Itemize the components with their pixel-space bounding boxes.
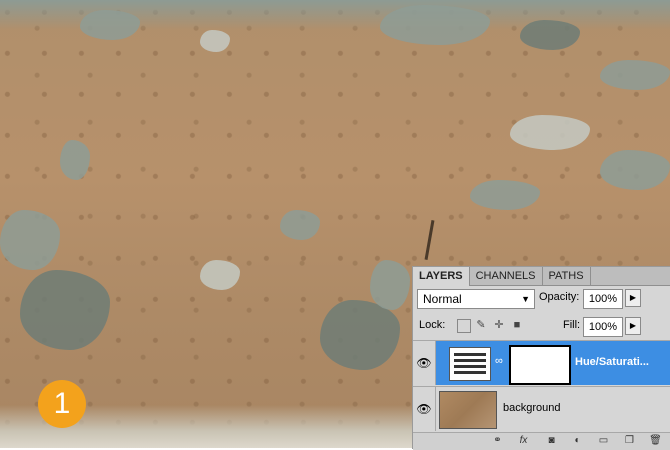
- trash-icon[interactable]: 🗑: [649, 435, 662, 447]
- paint-chip: [20, 270, 110, 350]
- new-layer-icon[interactable]: ❐: [623, 435, 636, 447]
- link-layers-icon[interactable]: ⚭: [491, 435, 504, 447]
- paint-chip: [470, 180, 540, 210]
- lock-transparent-icon[interactable]: [457, 319, 471, 333]
- wall-crack: [424, 220, 435, 260]
- add-mask-icon[interactable]: ◙: [545, 435, 558, 447]
- tab-layers[interactable]: LAYERS: [413, 267, 470, 286]
- paint-chip: [200, 30, 230, 52]
- fill-slider-button[interactable]: ▶: [625, 317, 641, 335]
- opacity-slider-button[interactable]: ▶: [625, 289, 641, 307]
- layer-thumbnail: [439, 391, 497, 429]
- tab-channels[interactable]: CHANNELS: [470, 267, 543, 285]
- paint-chip: [380, 5, 490, 45]
- layer-row-hue-saturation[interactable]: 👁 ∞ Hue/Saturati...: [413, 340, 670, 385]
- paint-chip: [520, 20, 580, 50]
- panel-footer: ⚭ fx ◙ ◐ ▭ ❐ 🗑: [413, 432, 670, 450]
- paint-chip: [0, 210, 60, 270]
- hue-saturation-adjustment-icon: [449, 347, 491, 381]
- paint-chip: [280, 210, 320, 240]
- layers-panel: LAYERS CHANNELS PATHS Normal ▼ Opacity: …: [412, 266, 670, 450]
- fx-icon[interactable]: fx: [517, 435, 530, 447]
- opacity-input[interactable]: 100%: [583, 289, 623, 309]
- paint-chip: [600, 150, 670, 190]
- paint-chip: [60, 140, 90, 180]
- paint-chip: [80, 10, 140, 40]
- opacity-label: Opacity:: [539, 291, 580, 303]
- fill-label: Fill:: [563, 319, 581, 331]
- lock-fill-row: Lock: ✎ ✛ ■ Fill: 100% ▶: [417, 316, 667, 337]
- layer-mask-thumbnail[interactable]: [509, 345, 571, 385]
- step-number-badge: 1: [38, 380, 86, 428]
- tab-paths[interactable]: PATHS: [543, 267, 591, 285]
- paint-chip: [320, 300, 400, 370]
- visibility-eye-icon[interactable]: 👁: [413, 387, 436, 431]
- visibility-eye-icon[interactable]: 👁: [413, 341, 436, 385]
- layer-name: background: [503, 402, 561, 414]
- layer-row-background[interactable]: 👁 background: [413, 386, 670, 431]
- chevron-down-icon: ▼: [521, 294, 530, 304]
- lock-position-icon[interactable]: ✛: [493, 319, 505, 331]
- panel-tabs: LAYERS CHANNELS PATHS: [413, 267, 670, 286]
- paint-chip: [370, 260, 410, 310]
- layer-name: Hue/Saturati...: [575, 356, 649, 368]
- lock-all-icon[interactable]: ■: [511, 319, 523, 331]
- chain-link-icon[interactable]: ∞: [495, 355, 503, 367]
- blend-opacity-row: Normal ▼ Opacity: 100% ▶: [417, 289, 667, 309]
- new-adjustment-icon[interactable]: ◐: [571, 435, 584, 447]
- paint-chip: [510, 115, 590, 150]
- blend-mode-select[interactable]: Normal ▼: [417, 289, 535, 309]
- paint-chip: [200, 260, 240, 290]
- lock-label: Lock:: [419, 319, 446, 331]
- paint-chip: [600, 60, 670, 90]
- lock-image-icon[interactable]: ✎: [475, 319, 487, 331]
- fill-input[interactable]: 100%: [583, 317, 623, 337]
- blend-mode-value: Normal: [423, 292, 462, 306]
- new-group-icon[interactable]: ▭: [597, 435, 610, 447]
